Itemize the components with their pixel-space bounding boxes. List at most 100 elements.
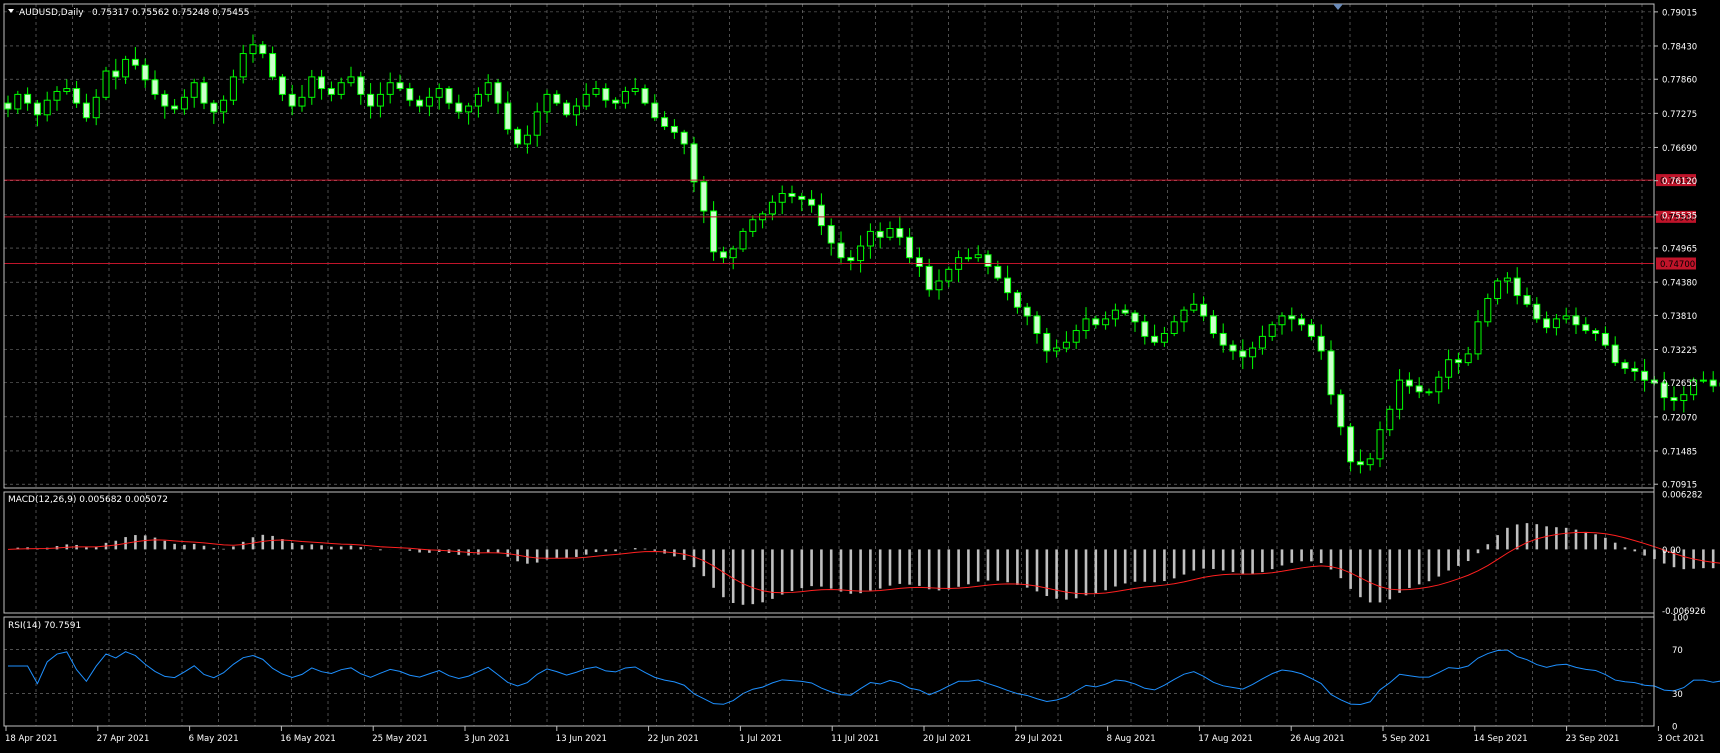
chart-window: 0.76130 0.75500 0.74700 0.79015 0.78430 0.778… (0, 0, 1720, 749)
candle-bullish (1190, 303, 1198, 311)
candle-bearish (1219, 332, 1227, 346)
candle-bearish (700, 181, 708, 212)
candle-bullish (1111, 309, 1119, 320)
price-tick-label: 0.77860 (1662, 76, 1697, 86)
price-tick-label: 0.71485 (1662, 447, 1697, 457)
candle-bullish (1082, 318, 1090, 332)
candle-bullish (102, 70, 110, 98)
candle-bullish (778, 193, 786, 203)
candle-bearish (1347, 426, 1355, 463)
candle-bullish (425, 96, 433, 107)
candle-bullish (435, 88, 443, 98)
candle-bullish (249, 44, 257, 55)
candle-bearish (210, 102, 218, 113)
candle-bearish (288, 93, 296, 107)
candle-bearish (494, 82, 502, 104)
candle-bullish (347, 76, 355, 84)
candle-bearish (1121, 309, 1129, 314)
candle-bearish (1621, 362, 1629, 369)
candle-bullish (572, 105, 580, 116)
candle-bearish (661, 117, 669, 127)
candle-bearish (553, 93, 561, 104)
candle-bullish (190, 82, 198, 98)
candle-bearish (827, 225, 835, 244)
candle-bullish (239, 53, 247, 78)
candle-bearish (1337, 394, 1345, 428)
candle-bearish (1592, 330, 1600, 334)
candle-bullish (1699, 379, 1707, 382)
candle-bearish (514, 128, 522, 145)
candle-bearish (1043, 332, 1051, 352)
date-tick-label: 25 May 2021 (372, 734, 427, 744)
candle-bullish (533, 111, 541, 136)
candle-bearish (1307, 324, 1315, 337)
candle-bullish (631, 88, 639, 92)
candle-bearish (1131, 312, 1139, 323)
candle-bearish (651, 102, 659, 119)
candle-bearish (1317, 335, 1325, 352)
candle-bearish (327, 88, 335, 95)
date-tick-label: 17 Aug 2021 (1198, 734, 1252, 744)
candle-bearish (1572, 315, 1580, 326)
candle-bullish (866, 230, 874, 247)
candle-bearish (1356, 461, 1364, 466)
ohlc-readout: 0.75317 0.75562 0.75248 0.75455 (92, 8, 249, 18)
candle-bullish (523, 134, 531, 145)
candle-bearish (1415, 385, 1423, 393)
candle-bullish (1680, 394, 1688, 402)
date-tick-label: 3 Oct 2021 (1657, 734, 1704, 744)
candle-bearish (82, 102, 90, 119)
candle-bearish (680, 131, 688, 145)
candle-bearish (896, 228, 904, 238)
date-tick-label: 11 Jul 2021 (831, 734, 879, 744)
price-tick-label: 0.73225 (1662, 346, 1697, 356)
candle-bearish (33, 102, 41, 116)
candle-bearish (396, 82, 404, 90)
candle-bullish (1170, 321, 1178, 334)
candle-bullish (1464, 353, 1472, 364)
candle-bearish (1239, 350, 1247, 358)
candle-bullish (1562, 315, 1570, 320)
price-tick-label: 0.73810 (1662, 312, 1697, 322)
candle-bearish (1004, 277, 1012, 294)
candle-bearish (1611, 344, 1619, 364)
candle-bullish (465, 105, 473, 113)
candle-bullish (308, 76, 316, 98)
candle-bullish (474, 93, 482, 107)
candle-bearish (406, 88, 414, 101)
candle-bullish (1445, 359, 1453, 378)
candle-bearish (1582, 324, 1590, 332)
candle-bearish (416, 99, 424, 107)
date-tick-label: 8 Aug 2021 (1107, 734, 1156, 744)
candle-bearish (817, 204, 825, 227)
price-tick-label: 0.78430 (1662, 42, 1697, 52)
candle-bearish (200, 82, 208, 104)
level-price-label: 0.74700 (1660, 260, 1695, 270)
date-tick-label: 26 Aug 2021 (1290, 734, 1344, 744)
candle-bullish (63, 88, 71, 92)
candle-bearish (1209, 315, 1217, 334)
candle-bullish (1160, 332, 1168, 343)
candle-bearish (367, 93, 375, 107)
candle-bearish (1523, 295, 1531, 305)
price-tick-label: 0.76120 (1662, 177, 1697, 187)
candle-bullish (1102, 318, 1110, 326)
rsi-tick-label: 70 (1672, 646, 1683, 656)
chart-canvas[interactable]: 0.761300.755000.747000.790150.784300.778… (0, 0, 1720, 749)
candle-bearish (1709, 379, 1717, 387)
candle-bearish (563, 102, 571, 116)
date-tick-label: 27 Apr 2021 (97, 734, 150, 744)
candle-bullish (484, 82, 492, 95)
macd-indicator-label: MACD(12,26,9) 0.005682 0.005072 (8, 495, 168, 505)
rsi-tick-label: 30 (1672, 690, 1683, 700)
candle-bullish (974, 254, 982, 259)
candle-bearish (1033, 315, 1041, 334)
candle-bearish (259, 44, 267, 55)
candle-bearish (1533, 303, 1541, 320)
candle-bullish (935, 280, 943, 291)
candle-bullish (180, 96, 188, 110)
price-tick-label: 0.76690 (1662, 144, 1697, 154)
candle-bullish (729, 248, 737, 259)
candle-bearish (1454, 359, 1462, 364)
candle-bullish (592, 88, 600, 95)
